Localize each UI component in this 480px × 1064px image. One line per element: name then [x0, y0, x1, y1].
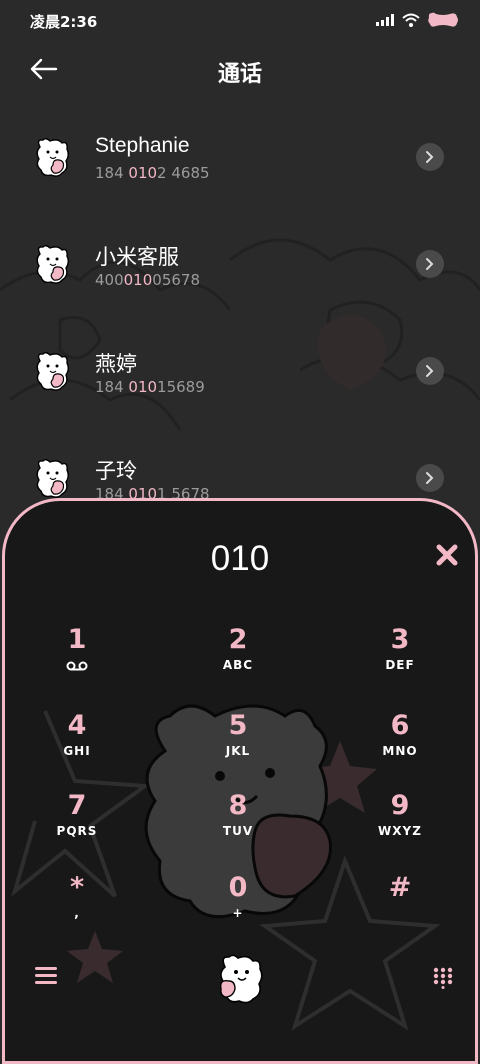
dialpad-toggle-icon[interactable]: [433, 967, 453, 989]
chevron-right-icon: [426, 472, 434, 484]
status-icons: [376, 12, 458, 28]
wifi-icon: [402, 13, 420, 27]
voicemail-icon: [66, 661, 88, 671]
dial-key-4[interactable]: 4 GHI: [22, 709, 132, 769]
dial-key-0[interactable]: 0 +: [183, 871, 293, 931]
mascot-avatar-icon: [36, 138, 69, 177]
dialed-number-display: 010: [210, 539, 270, 578]
header: 通话: [0, 42, 480, 98]
mascot-avatar-icon: [36, 352, 69, 391]
status-time: 凌晨2:36: [30, 13, 98, 31]
contact-detail-button[interactable]: [416, 143, 444, 171]
contact-number: 184 0102 4685: [95, 164, 210, 182]
contact-detail-button[interactable]: [416, 464, 444, 492]
dial-key-6[interactable]: 6 MNO: [345, 709, 455, 769]
contact-detail-button[interactable]: [416, 357, 444, 385]
contact-row[interactable]: 燕婷 184 01015689: [0, 314, 480, 414]
contact-number: 40001005678: [95, 271, 200, 289]
contact-name: 小米客服: [95, 246, 179, 269]
dial-key-1[interactable]: 1: [22, 623, 132, 683]
dial-key-3[interactable]: 3 DEF: [345, 623, 455, 683]
mascot-avatar-icon: [36, 245, 69, 284]
battery-icon: [428, 12, 458, 27]
dial-key-9[interactable]: 9 WXYZ: [345, 789, 455, 849]
chevron-right-icon: [426, 258, 434, 270]
menu-icon[interactable]: [35, 967, 57, 985]
contact-detail-button[interactable]: [416, 250, 444, 278]
contact-number: 184 01015689: [95, 378, 205, 396]
dial-key-8[interactable]: 8 TUV: [183, 789, 293, 849]
contact-name: Stephanie: [95, 134, 190, 157]
dial-key-2[interactable]: 2 ABC: [183, 623, 293, 683]
clear-input-icon[interactable]: [435, 543, 459, 567]
contact-row[interactable]: Stephanie 184 0102 4685: [0, 100, 480, 200]
chevron-right-icon: [426, 151, 434, 163]
contact-name: 燕婷: [95, 353, 137, 376]
dial-key-star[interactable]: * ,: [22, 871, 132, 931]
mascot-avatar-icon: [36, 459, 69, 498]
contact-name: 子玲: [95, 460, 137, 483]
chevron-right-icon: [426, 365, 434, 377]
dial-key-5[interactable]: 5 JKL: [183, 709, 293, 769]
signal-icon: [376, 14, 394, 26]
contact-row[interactable]: 小米客服 40001005678: [0, 207, 480, 307]
dial-key-7[interactable]: 7 PQRS: [22, 789, 132, 849]
dialer-panel: 010 1 2 ABC 3 DEF 4 GHI 5 JKL 6 MNO 7 PQ…: [2, 498, 478, 1064]
page-title: 通话: [217, 62, 262, 87]
dial-key-hash[interactable]: #: [345, 871, 455, 931]
call-button-mascot-icon[interactable]: [215, 951, 269, 1005]
status-bar: 凌晨2:36: [0, 0, 480, 42]
